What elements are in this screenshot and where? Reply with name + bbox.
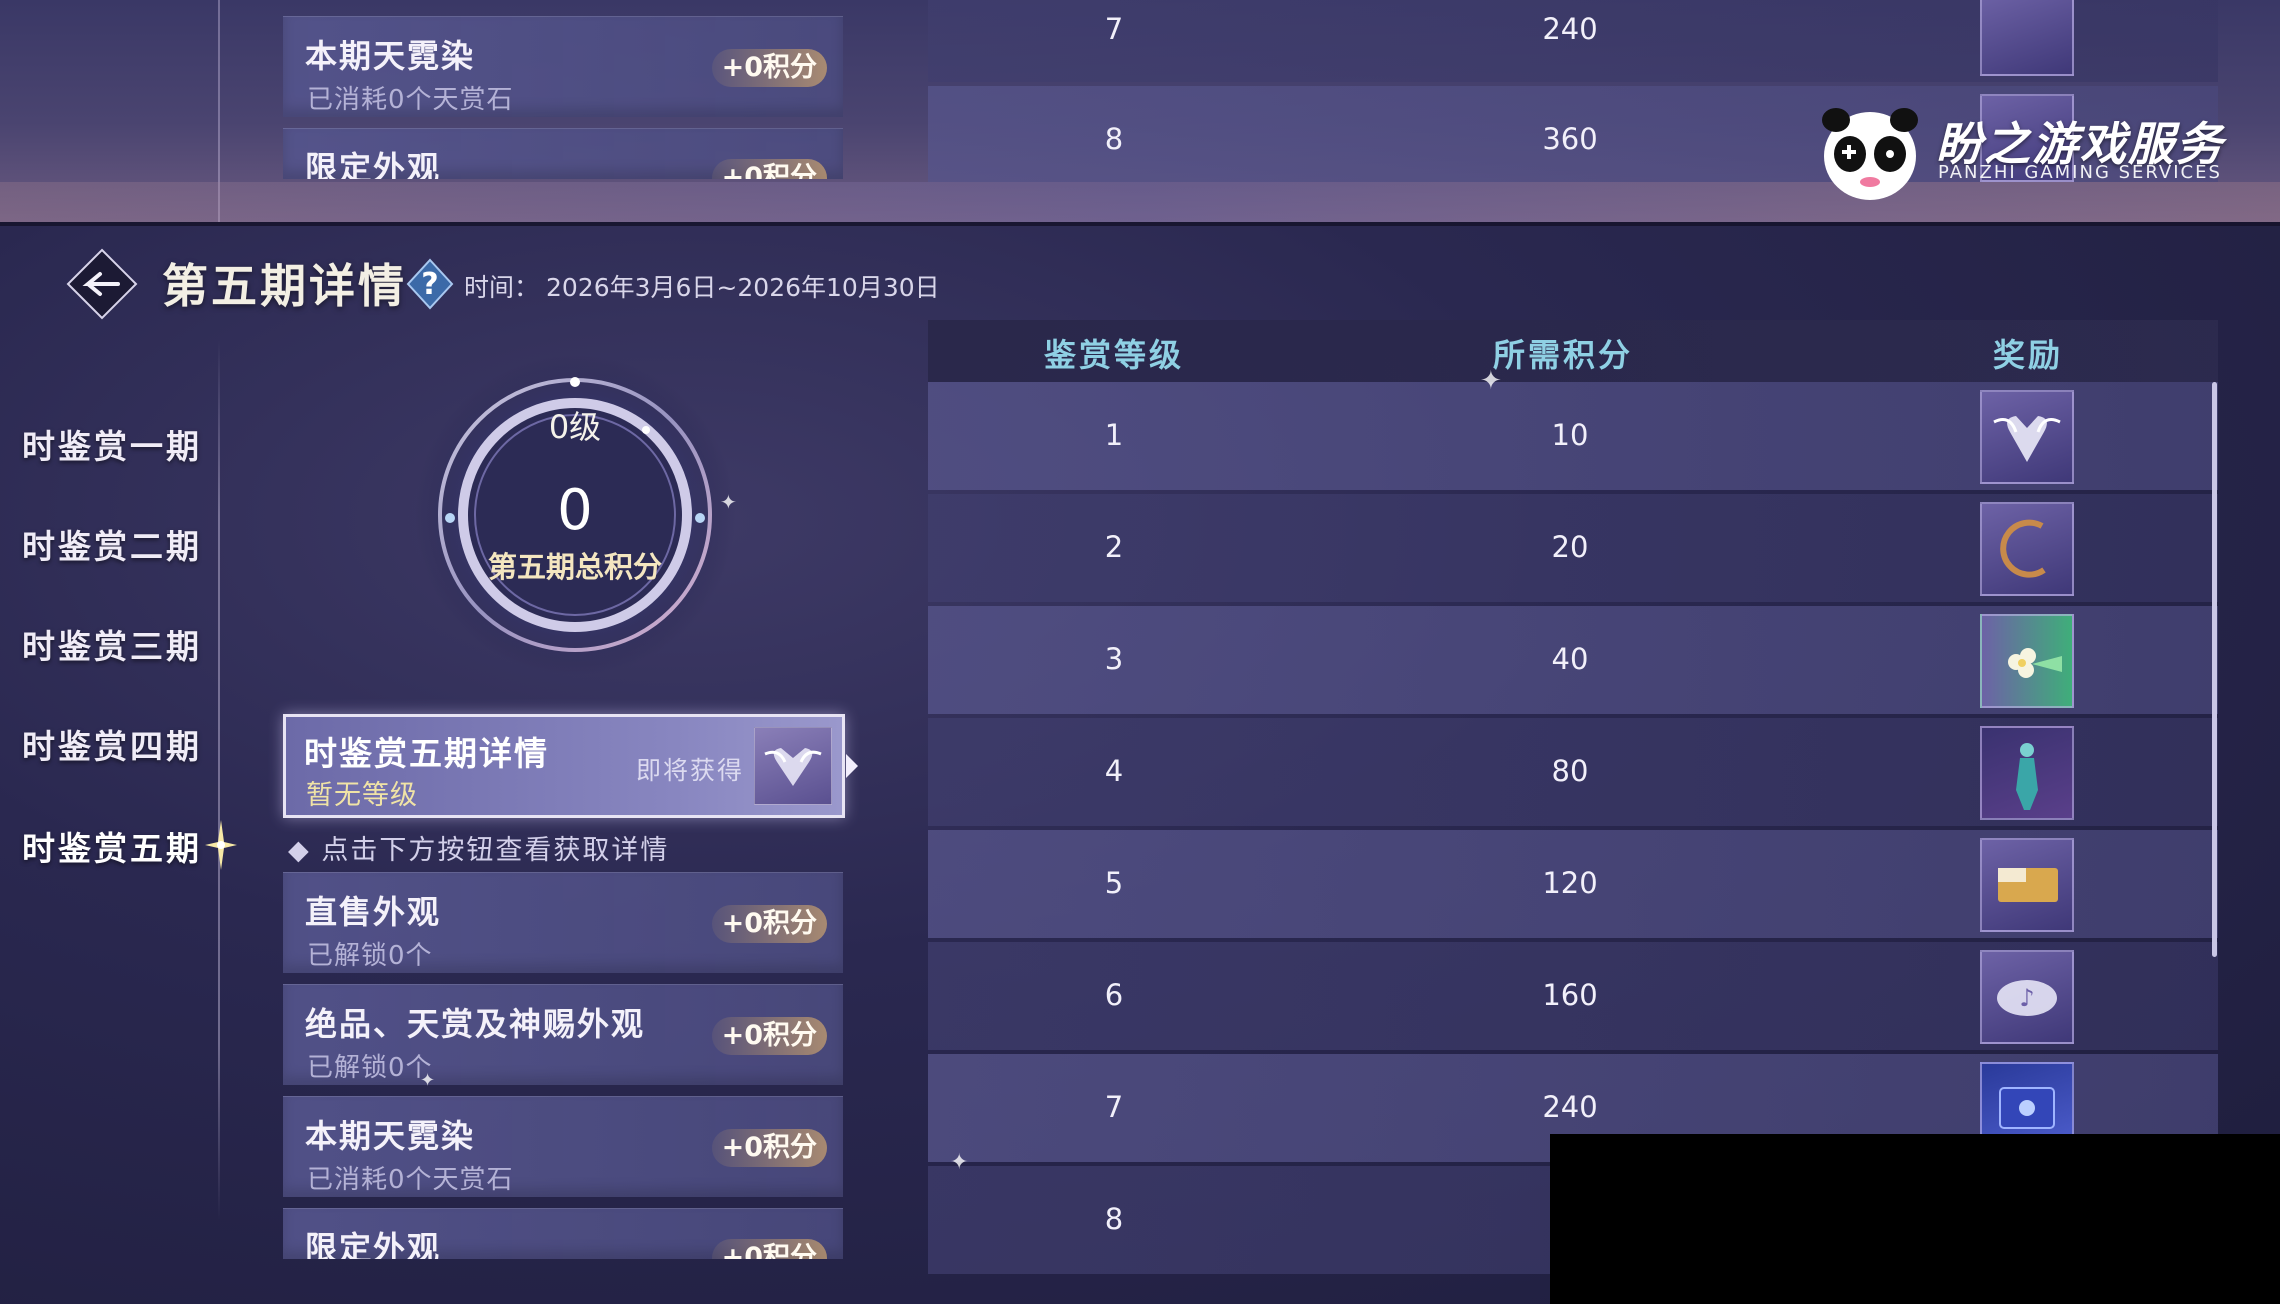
upcoming-reward-icon <box>754 727 832 805</box>
strip-reward-icon[interactable] <box>1980 0 2074 76</box>
card-points-badge: +0积分 <box>711 1017 827 1055</box>
column-header-points: 所需积分 <box>1492 336 1634 374</box>
strip-nav-line <box>218 0 220 222</box>
level-cell: 1 <box>1104 418 1124 452</box>
strip-level-cell: 8 <box>1104 122 1124 156</box>
nav-item-period-2[interactable]: 时鉴赏二期 <box>22 520 202 568</box>
card-points-badge: +0积分 <box>711 1129 827 1167</box>
svg-text:♪: ♪ <box>2019 984 2034 1012</box>
points-cell: 80 <box>1551 754 1589 788</box>
nav-item-period-3[interactable]: 时鉴赏三期 <box>22 620 202 668</box>
total-score-label: 第五期总积分 <box>487 550 662 584</box>
strip-card-sub: 已消耗0个天赏石 <box>307 85 514 115</box>
golden-ring-icon[interactable] <box>1980 502 2074 596</box>
help-question-icon[interactable]: ? <box>406 258 454 310</box>
logo-text-en: PANZHI GAMING SERVICES <box>1938 162 2222 183</box>
total-score-value: 0 <box>557 478 593 543</box>
card-sub: 已消耗0个天赏石 <box>307 1165 514 1195</box>
nav-item-period-5-active[interactable]: 时鉴赏五期 <box>22 822 202 870</box>
table-row: 3 40 <box>928 606 2218 714</box>
flower-icon[interactable] <box>1980 614 2074 708</box>
card-direct-sale[interactable]: 直售外观 已解锁0个 +0积分 <box>283 872 843 973</box>
sparkle-icon: ✦ <box>420 1070 436 1091</box>
card-points-badge: +0积分 <box>711 1239 827 1259</box>
column-header-level: 鉴赏等级 <box>1043 336 1185 374</box>
music-bubble-icon[interactable]: ♪ <box>1980 950 2074 1044</box>
sparkle-icon: ✦ <box>950 1150 969 1175</box>
card-limited-appearance[interactable]: 限定外观 +0积分 <box>283 1208 843 1259</box>
strip-points-cell: 360 <box>1542 122 1598 156</box>
sparkle-icon: ✦ <box>720 490 737 514</box>
strip-points-cell: 240 <box>1542 12 1598 46</box>
table-row: 1 10 <box>928 382 2218 490</box>
strip-card-points: +0积分 <box>711 159 827 179</box>
card-sub: 已解锁0个 <box>307 1053 433 1083</box>
level-text: 0级 <box>548 408 602 446</box>
card-points-badge: +0积分 <box>711 905 827 943</box>
active-nav-star-icon <box>205 820 237 870</box>
back-arrow-icon <box>66 248 138 320</box>
column-header-reward: 奖励 <box>1992 336 2064 374</box>
strip-card-limited[interactable]: 限定外观 +0积分 <box>283 128 843 179</box>
blue-chest-icon[interactable] <box>1980 1062 2074 1140</box>
level-cell: 3 <box>1104 642 1124 676</box>
period-range: 2026年3月6日~2026年10月30日 <box>546 273 940 302</box>
page-title: 第五期详情 <box>162 259 407 313</box>
period-label: 时间： <box>464 273 540 302</box>
level-cell: 2 <box>1104 530 1124 564</box>
back-button[interactable] <box>66 248 138 320</box>
strip-table-row: 7 240 <box>928 0 2218 82</box>
card-sub: 已解锁0个 <box>307 941 433 971</box>
card-title: 绝品、天赏及神赐外观 <box>305 1005 646 1043</box>
card-title: 本期天霓染 <box>305 1117 476 1155</box>
points-cell: 40 <box>1551 642 1589 676</box>
detail-card-soon-label: 即将获得 <box>636 756 745 785</box>
points-cell: 120 <box>1542 866 1598 900</box>
level-cell: 8 <box>1104 1202 1124 1236</box>
period-detail-card[interactable]: 时鉴赏五期详情 暂无等级 即将获得 <box>283 714 845 818</box>
table-scrollbar[interactable] <box>2212 382 2217 957</box>
detail-arrow-icon <box>846 754 858 778</box>
card-premium-appearance[interactable]: 绝品、天赏及神赐外观 已解锁0个 +0积分 <box>283 984 843 1085</box>
hint-text: ◆ 点击下方按钮查看获取详情 <box>288 835 670 866</box>
detail-card-status: 暂无等级 <box>306 780 418 811</box>
occluding-black-box <box>1550 1134 2280 1304</box>
detail-card-title: 时鉴赏五期详情 <box>304 734 549 773</box>
strip-card-points: +0积分 <box>711 49 827 87</box>
points-cell: 240 <box>1542 1090 1598 1124</box>
table-row: 4 80 <box>928 718 2218 826</box>
strip-level-cell: 7 <box>1104 12 1124 46</box>
nav-item-period-1[interactable]: 时鉴赏一期 <box>22 420 202 468</box>
level-cell: 4 <box>1104 754 1124 788</box>
table-row: 6 160 ♪ <box>928 942 2218 1050</box>
points-cell: 20 <box>1551 530 1589 564</box>
strip-card-dye[interactable]: 本期天霓染 已消耗0个天赏石 +0积分 <box>283 16 843 117</box>
strip-separator <box>0 222 2280 226</box>
nav-line <box>218 340 220 1220</box>
card-dye[interactable]: 本期天霓染 已消耗0个天赏石 +0积分 <box>283 1096 843 1197</box>
table-row: 5 120 <box>928 830 2218 938</box>
table-row: 2 20 <box>928 494 2218 602</box>
nav-item-period-4[interactable]: 时鉴赏四期 <box>22 720 202 768</box>
sparkle-icon: ✦ <box>1480 366 1502 396</box>
card-title: 直售外观 <box>305 893 442 931</box>
level-cell: 5 <box>1104 866 1124 900</box>
wing-emblem-icon[interactable] <box>1980 390 2074 484</box>
strip-card-title: 本期天霓染 <box>305 37 476 75</box>
level-cell: 6 <box>1104 978 1124 1012</box>
gold-card-icon[interactable] <box>1980 838 2074 932</box>
points-cell: 10 <box>1551 418 1589 452</box>
level-cell: 7 <box>1104 1090 1124 1124</box>
character-outfit-icon[interactable] <box>1980 726 2074 820</box>
strip-card-title: 限定外观 <box>305 149 442 179</box>
points-cell: 160 <box>1542 978 1598 1012</box>
svg-text:?: ? <box>421 267 438 302</box>
card-title: 限定外观 <box>305 1229 442 1259</box>
